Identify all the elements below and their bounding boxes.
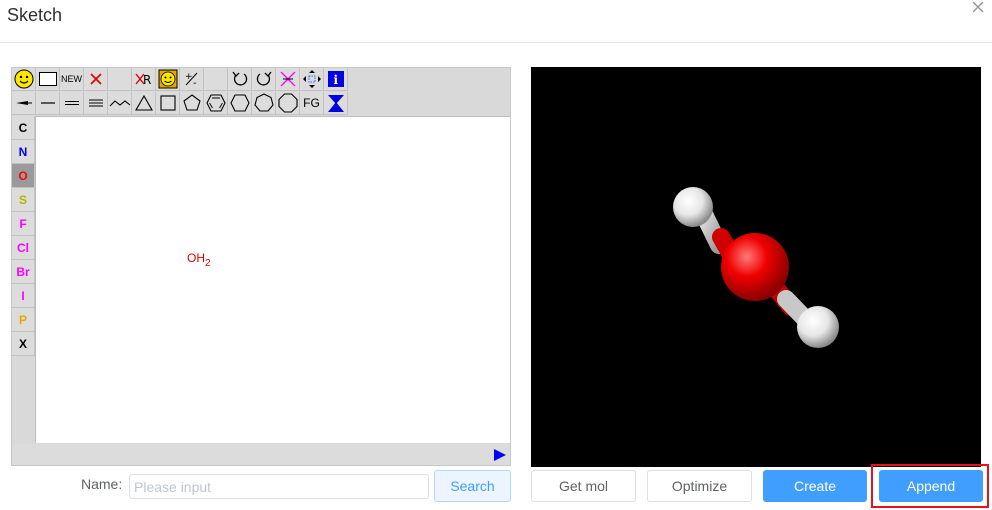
name-label: Name:	[81, 476, 123, 492]
svg-text:+: +	[185, 72, 193, 82]
atom-button-cl[interactable]: Cl	[12, 236, 35, 260]
name-input[interactable]	[129, 474, 429, 499]
atom-button-c[interactable]: C	[12, 116, 35, 140]
search-button[interactable]: Search	[434, 470, 511, 502]
play-arrow-icon[interactable]	[493, 448, 507, 462]
redo-icon[interactable]	[252, 68, 276, 91]
triangle-ring-icon[interactable]	[132, 92, 156, 115]
svg-text:R: R	[143, 73, 151, 87]
atom-button-f[interactable]: F	[12, 212, 35, 236]
editor-toolbar-row-1: NEW R + - i	[12, 68, 348, 91]
undo-icon[interactable]	[228, 68, 252, 91]
get-mol-button[interactable]: Get mol	[531, 470, 636, 502]
atom-button-o[interactable]: O	[12, 164, 35, 188]
fg-button[interactable]: FG	[300, 92, 324, 115]
append-button[interactable]: Append	[879, 470, 983, 502]
benzene-ring-icon[interactable]	[204, 92, 228, 115]
atom-button-p[interactable]: P	[12, 308, 35, 332]
smiley-icon[interactable]	[12, 68, 36, 91]
oxygen-atom	[721, 233, 789, 301]
clear-icon[interactable]	[276, 68, 300, 91]
info-icon[interactable]: i	[324, 68, 348, 91]
drawing-canvas[interactable]: OH2	[35, 116, 510, 443]
optimize-button[interactable]: Optimize	[647, 470, 752, 502]
move-icon[interactable]	[300, 68, 324, 91]
atom-palette: C N O S F Cl Br I P X	[12, 116, 35, 356]
single-bond-icon[interactable]	[36, 92, 60, 115]
hydrogen-atom-1	[673, 187, 713, 227]
atom-button-n[interactable]: N	[12, 140, 35, 164]
molecule-subscript: 2	[205, 258, 211, 269]
close-icon[interactable]	[968, 0, 988, 16]
water-molecule-model	[673, 187, 839, 348]
hexagon-ring-icon[interactable]	[228, 92, 252, 115]
chain-icon[interactable]	[108, 92, 132, 115]
atom-button-br[interactable]: Br	[12, 260, 35, 284]
3d-viewer[interactable]	[531, 67, 981, 467]
delete-r-group-icon[interactable]: R	[132, 68, 156, 91]
charge-icon[interactable]: + -	[180, 68, 204, 91]
delete-icon[interactable]	[84, 68, 108, 91]
svg-text:-: -	[193, 78, 197, 88]
atom-button-s[interactable]: S	[12, 188, 35, 212]
dialog-title: Sketch	[7, 5, 63, 25]
new-button[interactable]: NEW	[60, 68, 84, 91]
select-rectangle-icon[interactable]	[36, 68, 60, 91]
wedge-bond-icon[interactable]	[12, 92, 36, 115]
atom-button-i[interactable]: I	[12, 284, 35, 308]
atom-button-x[interactable]: X	[12, 332, 35, 356]
blank-slot	[108, 68, 132, 91]
hydrogen-atom-2	[797, 306, 839, 348]
double-bond-icon[interactable]	[60, 92, 84, 115]
octagon-ring-icon[interactable]	[276, 92, 300, 115]
smiley-badge-icon[interactable]	[156, 68, 180, 91]
molecule-label[interactable]: OH2	[187, 251, 211, 269]
editor-status-bar	[12, 444, 510, 465]
molecule-main: OH	[187, 251, 205, 265]
template-icon[interactable]	[324, 92, 348, 115]
molecule-editor[interactable]: NEW R + - i FG C N O S F Cl Br I P X OH2	[11, 67, 511, 466]
create-button[interactable]: Create	[763, 470, 867, 502]
blank-slot-2	[204, 68, 228, 91]
title-divider	[0, 42, 992, 43]
pentagon-ring-icon[interactable]	[180, 92, 204, 115]
triple-bond-icon[interactable]	[84, 92, 108, 115]
square-ring-icon[interactable]	[156, 92, 180, 115]
editor-toolbar-row-2: FG	[12, 92, 348, 115]
heptagon-ring-icon[interactable]	[252, 92, 276, 115]
svg-text:i: i	[333, 73, 338, 87]
